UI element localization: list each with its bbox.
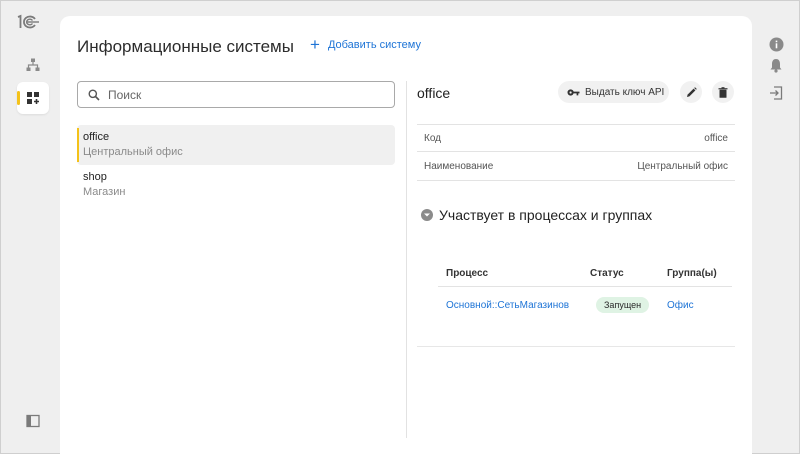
plus-icon: + xyxy=(310,35,320,54)
list-item-name: office xyxy=(83,131,110,143)
main-panel: Информационные системы + Добавить систем… xyxy=(60,16,752,454)
delete-button[interactable] xyxy=(712,81,734,103)
edit-button[interactable] xyxy=(680,81,702,103)
field-row-name: Наименование Центральный офис xyxy=(417,153,735,181)
key-icon xyxy=(567,88,580,96)
notifications-button[interactable] xyxy=(768,57,784,73)
right-rail xyxy=(752,0,800,454)
left-rail xyxy=(0,0,60,454)
trash-icon xyxy=(718,86,728,98)
pencil-icon xyxy=(686,86,697,97)
column-header-status: Статус xyxy=(590,267,624,279)
search-input[interactable] xyxy=(108,87,378,102)
nav-systems-button[interactable] xyxy=(17,82,49,114)
column-divider xyxy=(406,81,407,438)
sidebar-toggle-icon xyxy=(26,414,40,428)
logout-icon xyxy=(770,86,783,100)
app-logo[interactable] xyxy=(16,14,40,30)
sidebar-toggle-button[interactable] xyxy=(17,405,49,437)
section-title: Участвует в процессах и группах xyxy=(439,207,653,223)
info-icon xyxy=(769,37,783,51)
chevron-down-icon xyxy=(421,209,433,221)
processes-section-header[interactable]: Участвует в процессах и группах xyxy=(421,207,652,223)
field-value: office xyxy=(704,132,728,144)
list-item-shop[interactable]: shop Магазин xyxy=(77,165,395,205)
systems-list: office Центральный офис shop Магазин xyxy=(77,125,395,205)
list-item-office[interactable]: office Центральный офис xyxy=(77,125,395,165)
issue-api-key-button[interactable]: Выдать ключ API xyxy=(558,81,669,103)
column-header-groups: Группа(ы) xyxy=(667,267,717,279)
hierarchy-icon xyxy=(26,58,40,71)
section-divider xyxy=(417,346,735,347)
dashboard-add-icon xyxy=(27,92,39,104)
list-item-description: Центральный офис xyxy=(83,146,183,158)
group-link[interactable]: Офис xyxy=(667,287,694,323)
table-row: Основной::СетьМагазинов Запущен Офис xyxy=(438,287,732,323)
status-badge: Запущен xyxy=(596,297,650,313)
page-title: Информационные системы xyxy=(77,37,294,56)
list-item-name: shop xyxy=(83,171,107,183)
add-system-label: Добавить систему xyxy=(327,39,421,51)
add-system-button[interactable]: + Добавить систему xyxy=(310,35,421,54)
search-box[interactable] xyxy=(77,81,395,108)
processes-table-header: Процесс Статус Группа(ы) xyxy=(438,260,732,287)
field-label: Код xyxy=(424,132,442,144)
info-button[interactable] xyxy=(768,36,784,52)
bell-icon xyxy=(770,58,782,73)
column-header-process: Процесс xyxy=(446,267,489,279)
nav-hierarchy-button[interactable] xyxy=(17,49,49,81)
process-link[interactable]: Основной::СетьМагазинов xyxy=(446,287,569,323)
search-icon xyxy=(88,89,100,101)
field-value: Центральный офис xyxy=(637,161,728,172)
field-row-code: Код office xyxy=(417,124,735,152)
logout-button[interactable] xyxy=(768,85,784,101)
field-label: Наименование xyxy=(424,161,494,172)
list-item-description: Магазин xyxy=(83,186,126,198)
details-title: office xyxy=(417,85,451,101)
api-key-label: Выдать ключ API xyxy=(585,86,665,98)
